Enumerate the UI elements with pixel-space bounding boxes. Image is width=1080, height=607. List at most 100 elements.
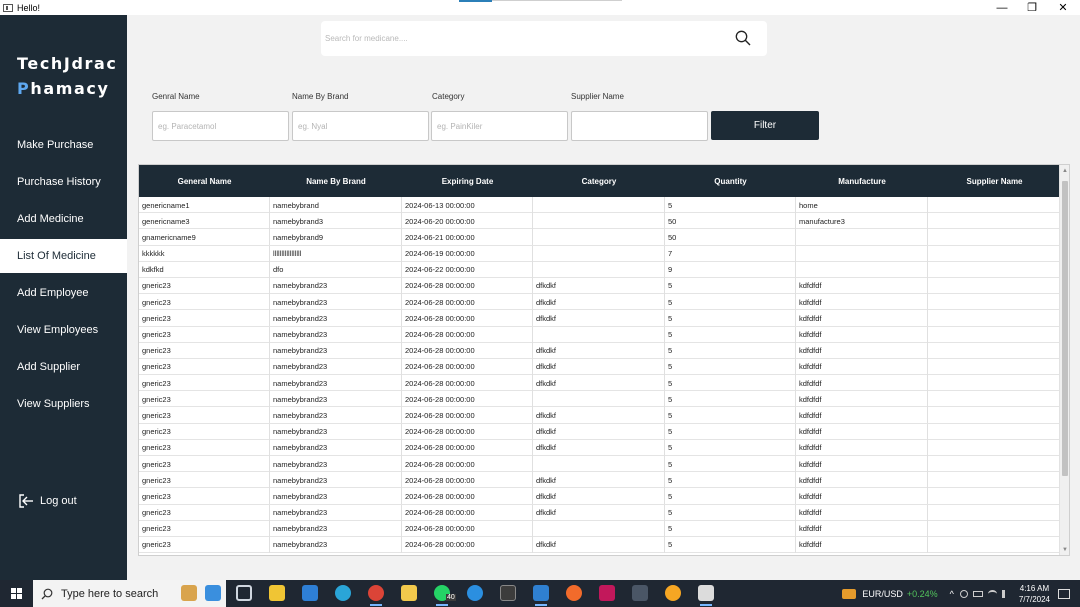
column-header-supplier-name[interactable]: Supplier Name xyxy=(928,165,1061,197)
table-row[interactable]: gneric23 namebybrand23 2024-06-28 00:00:00… xyxy=(139,439,1061,456)
table-cell: namebybrand23 xyxy=(270,504,402,521)
sidebar-item-purchase-history[interactable]: Purchase History xyxy=(0,165,127,199)
store-icon[interactable] xyxy=(269,585,285,601)
vscode-icon[interactable] xyxy=(533,585,549,606)
table-cell xyxy=(928,261,1061,278)
table-cell xyxy=(928,391,1061,408)
clock[interactable]: 4:16 AM 7/7/2024 xyxy=(1019,583,1050,605)
close-button[interactable]: ✕ xyxy=(1048,0,1078,15)
table-row[interactable]: gneric23 namebybrand23 2024-06-28 00:00:00… xyxy=(139,504,1061,521)
jetbrains-icon[interactable] xyxy=(599,585,615,601)
table-scrollbar[interactable]: ▲ ▼ xyxy=(1059,165,1069,555)
table-row[interactable]: gneric23 namebybrand23 2024-06-28 00:00:00… xyxy=(139,472,1061,489)
mail-icon[interactable] xyxy=(302,585,318,601)
column-header-general-name[interactable]: General Name xyxy=(139,165,270,197)
table-cell: 5 xyxy=(665,277,796,294)
scrollbar-thumb[interactable] xyxy=(1062,181,1068,476)
table-row[interactable]: gneric23 namebybrand23 2024-06-28 00:00:00… xyxy=(139,310,1061,327)
table-cell: gneric23 xyxy=(139,326,270,343)
file-explorer-icon[interactable] xyxy=(401,585,417,601)
table-row[interactable]: gneric23 namebybrand23 2024-06-28 00:00:00… xyxy=(139,456,1061,473)
table-cell: 2024-06-28 00:00:00 xyxy=(402,326,533,343)
table-cell: genericname1 xyxy=(139,197,270,213)
table-row[interactable]: gneric23 namebybrand23 2024-06-28 00:00:00… xyxy=(139,407,1061,424)
table-row[interactable]: gneric23 namebybrand23 2024-06-28 00:00:00… xyxy=(139,358,1061,376)
volume-icon[interactable] xyxy=(1001,589,1011,598)
table-row[interactable]: gneric23 namebybrand23 2024-06-28 00:00:00… xyxy=(139,391,1061,408)
minimize-button[interactable]: — xyxy=(987,0,1017,15)
chevron-up-icon[interactable]: ^ xyxy=(950,589,954,599)
restore-button[interactable]: ❐ xyxy=(1017,0,1047,15)
pencil-app-icon[interactable] xyxy=(181,585,197,601)
table-row[interactable]: gneric23 namebybrand23 2024-06-28 00:00:00… xyxy=(139,326,1061,343)
table-cell: gneric23 xyxy=(139,407,270,424)
battery-icon[interactable] xyxy=(972,590,983,597)
notifications-icon[interactable] xyxy=(1058,588,1070,599)
task-view-icon[interactable] xyxy=(236,585,252,601)
logout-icon xyxy=(19,494,33,508)
table-row[interactable]: gneric23 namebybrand23 2024-06-28 00:00:00… xyxy=(139,423,1061,440)
table-row[interactable]: gneric23 namebybrand23 2024-06-28 00:00:00… xyxy=(139,294,1061,311)
filter-button[interactable]: Filter xyxy=(711,111,819,140)
table-cell: dfkdkf xyxy=(533,423,665,440)
table-cell xyxy=(533,245,665,262)
sidebar-item-make-purchase[interactable]: Make Purchase xyxy=(0,128,127,162)
sidebar-item-view-employees[interactable]: View Employees xyxy=(0,313,127,347)
terminal-icon[interactable] xyxy=(500,585,516,601)
table-row[interactable]: gneric23 namebybrand23 2024-06-28 00:00:00… xyxy=(139,488,1061,505)
table-cell: namebybrand3 xyxy=(270,213,402,230)
chrome-icon[interactable] xyxy=(368,585,384,606)
category-input[interactable] xyxy=(431,111,568,141)
bottle-app-icon[interactable] xyxy=(205,585,221,601)
table-cell: 2024-06-28 00:00:00 xyxy=(402,294,533,311)
logout-button[interactable]: Log out xyxy=(17,493,77,509)
orange-app-icon[interactable] xyxy=(665,585,681,601)
sidebar-item-list-of-medicine[interactable]: List Of Medicine xyxy=(0,239,127,273)
table-row[interactable]: gneric23 namebybrand23 2024-06-28 00:00:00… xyxy=(139,375,1061,392)
table-row[interactable]: gneric23 namebybrand23 2024-06-28 00:00:00… xyxy=(139,536,1061,554)
search-input[interactable] xyxy=(325,30,705,46)
table-cell: 5 xyxy=(665,391,796,408)
telegram-icon[interactable] xyxy=(467,585,483,601)
currency-widget[interactable]: EUR/USD +0.24% xyxy=(842,588,938,599)
column-header-quantity[interactable]: Quantity xyxy=(665,165,796,197)
table-cell: dfo xyxy=(270,261,402,278)
table-cell xyxy=(928,488,1061,505)
network-status-icon[interactable] xyxy=(959,589,968,598)
table-row[interactable]: gneric23 namebybrand23 2024-06-28 00:00:00… xyxy=(139,520,1061,537)
table-row[interactable]: kdkfkd dfo 2024-06-22 00:00:00 9 xyxy=(139,261,1061,278)
scroll-down-icon[interactable]: ▼ xyxy=(1062,547,1068,553)
table-cell: kdfdfdf xyxy=(796,294,928,311)
taskbar-search[interactable]: Type here to search xyxy=(33,580,226,607)
general-name-input[interactable] xyxy=(152,111,289,141)
column-header-expiring-date[interactable]: Expiring Date xyxy=(402,165,533,197)
table-cell: 2024-06-22 00:00:00 xyxy=(402,261,533,278)
wifi-icon[interactable] xyxy=(987,589,997,598)
table-row[interactable]: genericname3 namebybrand3 2024-06-20 00:00… xyxy=(139,213,1061,230)
sidebar-item-add-medicine[interactable]: Add Medicine xyxy=(0,202,127,236)
edge-icon[interactable] xyxy=(335,585,351,601)
general-name-label: Genral Name xyxy=(152,92,200,101)
scroll-up-icon[interactable]: ▲ xyxy=(1062,168,1068,174)
table-cell: gneric23 xyxy=(139,456,270,472)
postman-icon[interactable] xyxy=(566,585,582,601)
column-header-manufacture[interactable]: Manufacture xyxy=(796,165,928,197)
table-row[interactable]: kkkkkk lllllllllllllllll 2024-06-19 00:00:… xyxy=(139,245,1061,262)
table-cell: 9 xyxy=(665,261,796,278)
table-row[interactable]: gneric23 namebybrand23 2024-06-28 00:00:00… xyxy=(139,277,1061,295)
db-tool-icon[interactable] xyxy=(632,585,648,601)
column-header-category[interactable]: Category xyxy=(533,165,665,197)
sidebar-item-add-employee[interactable]: Add Employee xyxy=(0,276,127,310)
search-icon[interactable] xyxy=(735,30,751,46)
sidebar-item-add-supplier[interactable]: Add Supplier xyxy=(0,350,127,384)
supplier-name-input[interactable] xyxy=(571,111,708,141)
table-row[interactable]: gnamericname9 namebybrand9 2024-06-21 00:0… xyxy=(139,229,1061,246)
app-icon xyxy=(3,3,13,12)
column-header-name-by-brand[interactable]: Name By Brand xyxy=(270,165,402,197)
table-row[interactable]: gneric23 namebybrand23 2024-06-28 00:00:00… xyxy=(139,342,1061,359)
start-button[interactable] xyxy=(11,588,22,599)
brand-name-input[interactable] xyxy=(292,111,429,141)
sidebar-item-view-suppliers[interactable]: View Suppliers xyxy=(0,387,127,421)
table-row[interactable]: genericname1 namebybrand 2024-06-13 00:00:… xyxy=(139,197,1061,214)
java-app-icon[interactable] xyxy=(698,585,714,606)
